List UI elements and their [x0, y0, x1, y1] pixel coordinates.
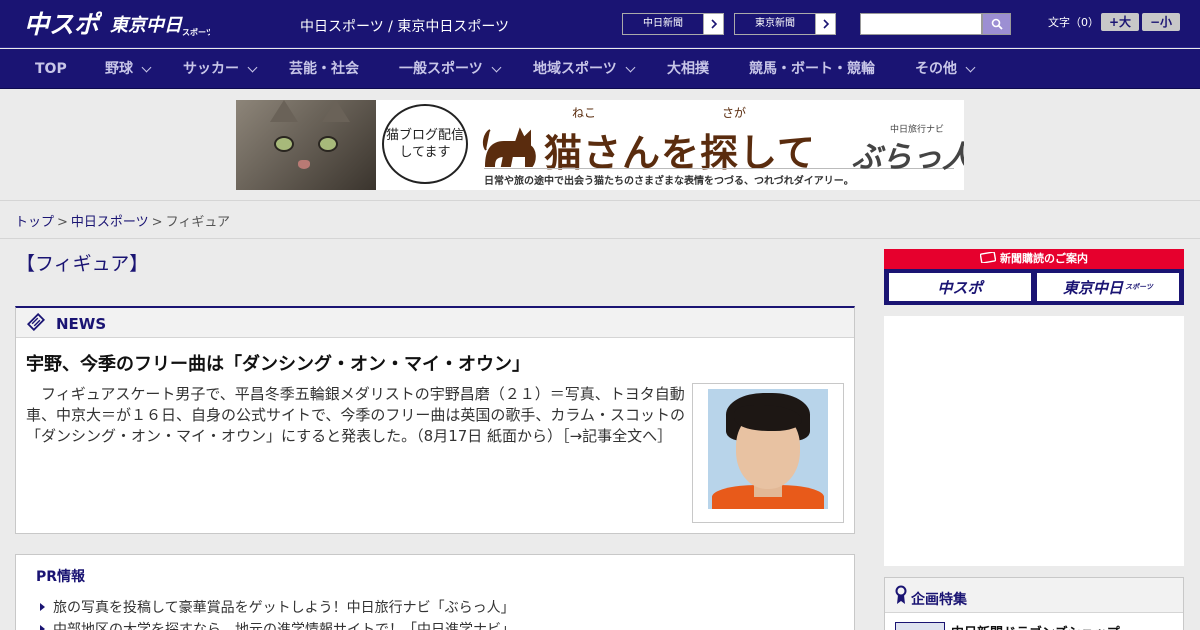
page-title: 【フィギュア】 [16, 253, 149, 275]
bullet-triangle-icon [40, 603, 45, 611]
nav-item-label: サッカー [183, 61, 239, 77]
nav-item-baseball[interactable]: 野球 [105, 49, 152, 89]
pr-item[interactable]: 旅の写真を投稿して豪華賞品をゲットしよう！中日旅行ナビ「ぶらっ人」 [40, 597, 515, 617]
nav-item-entertainment[interactable]: 芸能・社会 [289, 49, 359, 89]
nav-item-general-sports[interactable]: 一般スポーツ [399, 49, 502, 89]
black-cat-icon [482, 127, 536, 167]
chevron-down-icon [625, 62, 636, 72]
tokyo-logo-sports: スポーツ [182, 27, 210, 37]
font-size-label: 文字（0） [1048, 16, 1099, 29]
news-photo[interactable] [692, 383, 844, 523]
bullet-triangle-icon [40, 625, 45, 630]
breadcrumb-top[interactable]: トップ [15, 215, 54, 230]
nav-item-racing[interactable]: 競馬・ボート・競輪 [749, 49, 875, 89]
main-nav: TOP 野球 サッカー 芸能・社会 一般スポーツ 地域スポーツ 大相撲 競馬・ボ… [0, 49, 1200, 89]
site-title[interactable]: 中日スポーツ / 東京中日スポーツ [300, 16, 509, 36]
chuspo-subscribe-button[interactable]: 中スポ [888, 272, 1032, 302]
subscription-box: 新聞購読のご案内 中スポ 東京中日 スポーツ [884, 249, 1184, 305]
search-icon [991, 18, 1003, 30]
breadcrumb-separator: > [151, 215, 163, 230]
dragons-shop-thumbnail[interactable] [895, 622, 945, 630]
tokyo-shimbun-link[interactable]: 東京新聞 [734, 13, 836, 35]
pr-item-label: 中部地区の大学を探すなら、地元の進学情報サイトで！「中日進学ナビ」 [53, 622, 515, 630]
breadcrumb-chunichi-sports[interactable]: 中日スポーツ [71, 215, 149, 230]
ad-slot[interactable] [884, 316, 1184, 566]
award-ribbon-icon [895, 585, 907, 604]
breadcrumb-separator: > [57, 215, 68, 230]
nav-item-label: 芸能・社会 [289, 61, 359, 77]
feature-label: 企画特集 [911, 592, 967, 608]
top-header: 中スポ 東京中日 スポーツ 中日スポーツ / 東京中日スポーツ 中日新聞 東京新… [0, 0, 1200, 48]
nav-item-soccer[interactable]: サッカー [183, 49, 258, 89]
banner-subtitle: 日常や旅の途中で出会う猫たちのさまざまな表情をつづる、つれづれダイアリー。 [484, 176, 854, 187]
breadcrumb-divider [0, 238, 1200, 239]
nav-item-local-sports[interactable]: 地域スポーツ [533, 49, 636, 89]
tokyo-shimbun-label: 東京新聞 [755, 18, 795, 29]
nav-item-label: 野球 [105, 61, 133, 77]
news-label: NEWS [56, 315, 107, 333]
nav-item-label: その他 [915, 61, 957, 77]
ticket-icon [979, 251, 997, 264]
pr-section: PR情報 旅の写真を投稿して豪華賞品をゲットしよう！中日旅行ナビ「ぶらっ人」 中… [15, 554, 855, 630]
burattou-logo: ぶらっ人 [852, 132, 964, 176]
nav-item-label: 競馬・ボート・競輪 [749, 61, 875, 77]
sub-logo-label: 中スポ [937, 278, 983, 297]
breadcrumb: トップ > 中日スポーツ > フィギュア [15, 211, 230, 230]
chevron-down-icon [141, 62, 152, 72]
sub-logo-label: 東京中日 [1063, 278, 1124, 297]
banner-area: 猫ブログ配信してます ねこ さが 猫さんを探して 日常や旅の途中で出会う猫たちの… [0, 90, 1200, 201]
nav-item-top[interactable]: TOP [35, 49, 67, 89]
feature-header: 企画特集 [885, 578, 1183, 613]
tokyo-logo-text: 東京中日 [110, 15, 183, 36]
pr-title: PR情報 [36, 569, 86, 585]
chunichi-shimbun-label: 中日新聞 [643, 18, 683, 29]
news-body: フィギュアスケート男子で、平昌冬季五輪銀メダリストの宇野昌磨（２１）＝写真、トヨ… [26, 384, 686, 447]
search-input[interactable] [860, 13, 982, 35]
newspaper-icon [27, 313, 45, 331]
nav-item-label: 大相撲 [667, 61, 709, 77]
subscription-header-label: 新聞購読のご案内 [1000, 252, 1088, 265]
chevron-down-icon [965, 62, 976, 72]
chevron-down-icon [491, 62, 502, 72]
news-section: NEWS 宇野、今季のフリー曲は「ダンシング・オン・マイ・オウン」 フィギュアス… [15, 306, 855, 534]
chuspo-logo[interactable]: 中スポ [24, 8, 102, 40]
feature-item[interactable]: 中日新聞ドラゴンズショップ [951, 622, 1120, 630]
subscription-header[interactable]: 新聞購読のご案内 [884, 249, 1184, 269]
pr-item[interactable]: 中部地区の大学を探すなら、地元の進学情報サイトで！「中日進学ナビ」 [40, 619, 515, 630]
athlete-portrait [708, 389, 828, 509]
search-button[interactable] [982, 13, 1011, 35]
cat-blog-banner[interactable]: 猫ブログ配信してます ねこ さが 猫さんを探して 日常や旅の途中で出会う猫たちの… [236, 100, 964, 190]
nav-item-label: 地域スポーツ [533, 61, 617, 77]
pr-item-label: 旅の写真を投稿して豪華賞品をゲットしよう！中日旅行ナビ「ぶらっ人」 [53, 600, 515, 616]
font-larger-button[interactable]: +大 [1101, 13, 1139, 31]
chevron-down-icon [247, 62, 258, 72]
ruby-saga: さが [722, 106, 747, 120]
chunichi-shimbun-link[interactable]: 中日新聞 [622, 13, 724, 35]
chevron-right-icon [815, 14, 835, 34]
breadcrumb-current: フィギュア [165, 215, 231, 230]
nav-item-label: TOP [35, 61, 67, 77]
cat-photo [236, 100, 376, 190]
sub-logo-suffix: スポーツ [1125, 283, 1153, 291]
brand-text: ぶらっ人 [852, 140, 964, 175]
chuspo-logo-text: 中スポ [24, 10, 102, 39]
news-header: NEWS [16, 308, 854, 338]
feature-section: 企画特集 中日新聞ドラゴンズショップ [884, 577, 1184, 630]
ruby-neko: ねこ [572, 106, 597, 120]
tokyo-chunichi-logo[interactable]: 東京中日 スポーツ [110, 11, 210, 37]
tokyo-chunichi-subscribe-button[interactable]: 東京中日 スポーツ [1036, 272, 1180, 302]
chevron-right-icon [703, 14, 723, 34]
speech-bubble: 猫ブログ配信してます [382, 104, 468, 184]
nav-item-sumo[interactable]: 大相撲 [667, 49, 709, 89]
font-smaller-button[interactable]: −小 [1142, 13, 1180, 31]
nav-item-other[interactable]: その他 [915, 49, 976, 89]
nav-item-label: 一般スポーツ [399, 61, 483, 77]
news-headline[interactable]: 宇野、今季のフリー曲は「ダンシング・オン・マイ・オウン」 [26, 350, 530, 376]
read-more-link[interactable]: ［→記事全文へ］ [562, 427, 672, 445]
